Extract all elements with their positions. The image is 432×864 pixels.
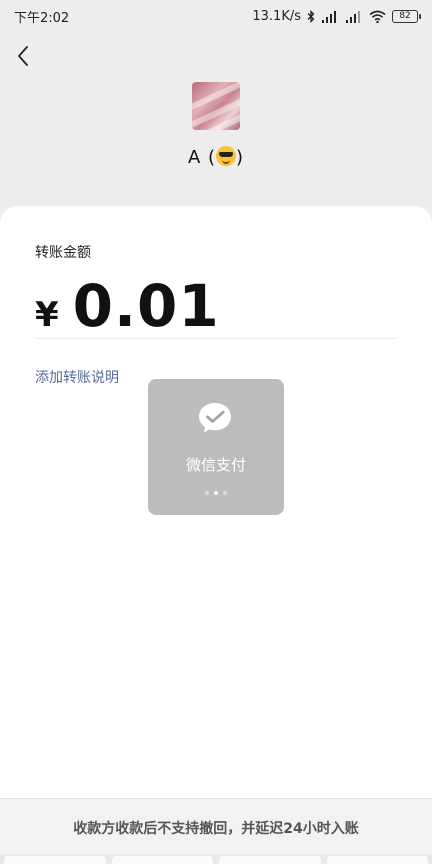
hd-signal-icon — [321, 10, 339, 23]
loading-dot — [223, 491, 227, 495]
network-speed: 13.1K/s — [252, 8, 301, 24]
loading-dot — [205, 491, 209, 495]
signal-icon — [345, 10, 363, 23]
bluetooth-icon — [307, 9, 315, 23]
payee-name-prefix: A ( — [187, 147, 217, 168]
sunglasses-emoji-icon — [216, 146, 237, 166]
amount-value: 0.01 — [72, 272, 220, 340]
notice-text: 收款方收款后不支持撤回，并延迟24小时入账 — [73, 821, 359, 837]
loading-dot-active — [214, 491, 218, 495]
amount-divider — [35, 338, 397, 339]
transfer-card: 转账金额 ¥ 0.01 添加转账说明 — [0, 206, 432, 864]
notice-bar: 收款方收款后不支持撤回，并延迟24小时入账 — [0, 798, 432, 855]
wechat-pay-icon — [199, 403, 231, 433]
transfer-page: 下午2:02 13.1K/s 82 A () 转账金额 ¥ 0.01 添加转账… — [0, 0, 432, 864]
add-transfer-note-link[interactable]: 添加转账说明 — [35, 367, 119, 387]
currency-symbol: ¥ — [35, 295, 59, 335]
battery-level: 82 — [399, 10, 411, 21]
status-bar: 下午2:02 13.1K/s 82 — [0, 0, 432, 32]
back-button[interactable] — [10, 40, 36, 72]
battery-icon: 82 — [392, 9, 421, 23]
payee-name: A () — [0, 146, 432, 168]
payee-name-suffix: ) — [236, 147, 245, 168]
status-indicators: 13.1K/s 82 — [252, 8, 421, 24]
loading-dots — [148, 491, 284, 495]
wifi-icon — [369, 10, 386, 23]
status-time: 下午2:02 — [14, 10, 70, 26]
keyboard-top-edge — [0, 854, 432, 864]
payee-avatar[interactable] — [192, 82, 240, 130]
wechat-pay-loading-toast: 微信支付 — [148, 379, 284, 515]
amount-label: 转账金额 — [35, 245, 91, 261]
amount-input[interactable]: ¥ 0.01 — [35, 272, 220, 340]
chevron-left-icon — [18, 46, 28, 66]
toast-label: 微信支付 — [185, 456, 246, 474]
